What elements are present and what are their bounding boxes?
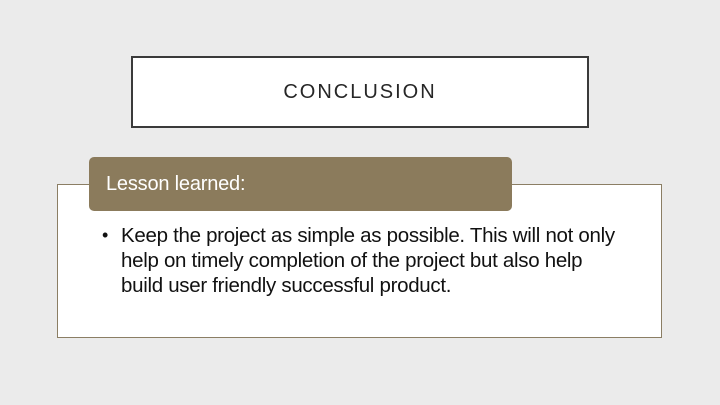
bullet-list: • Keep the project as simple as possible… xyxy=(100,223,620,298)
bullet-text: Keep the project as simple as possible. … xyxy=(121,224,615,297)
bullet-icon: • xyxy=(102,225,109,245)
section-heading-band: Lesson learned: xyxy=(89,157,512,211)
slide-title: CONCLUSION xyxy=(283,80,437,103)
list-item: • Keep the project as simple as possible… xyxy=(100,223,620,298)
slide-canvas: CONCLUSION Lesson learned: • Keep the pr… xyxy=(0,0,720,405)
section-heading: Lesson learned: xyxy=(106,172,246,195)
title-box: CONCLUSION xyxy=(131,56,589,128)
